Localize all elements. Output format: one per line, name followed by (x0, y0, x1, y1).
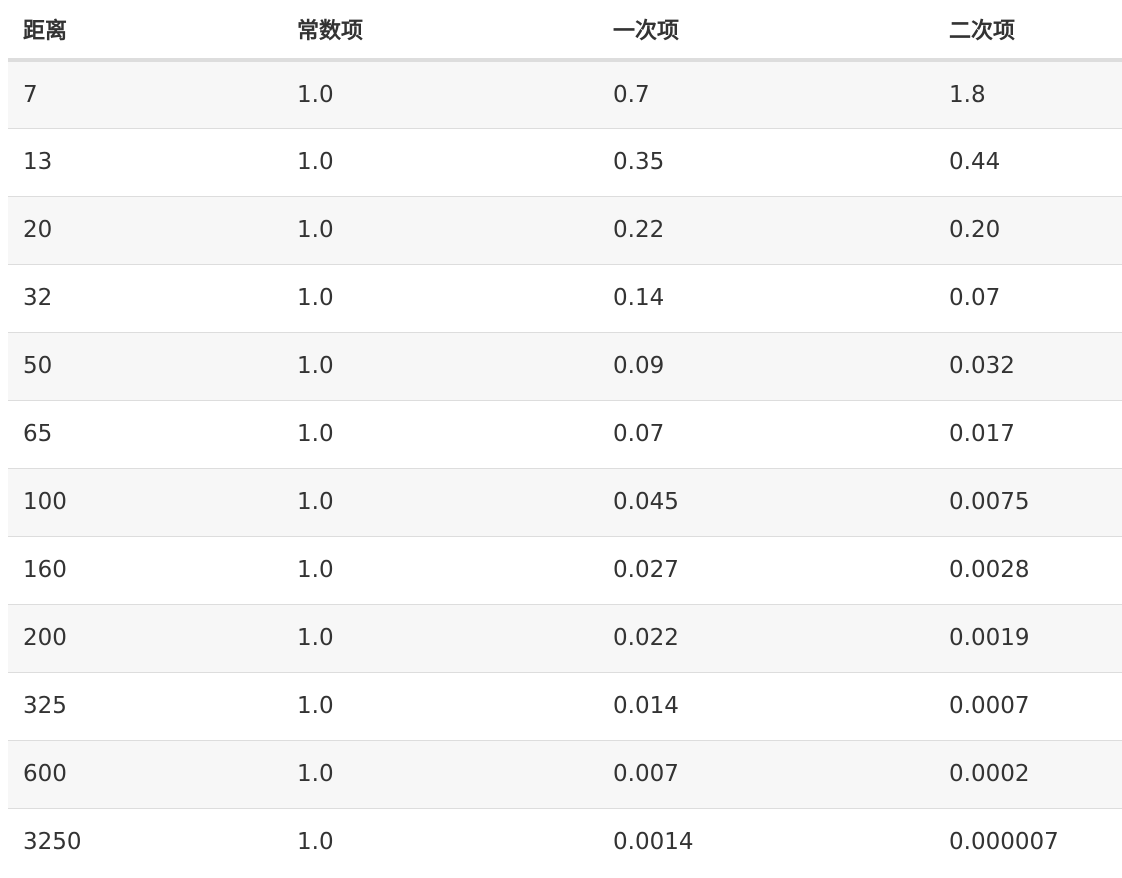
cell-quadratic: 1.8 (934, 60, 1122, 129)
cell-constant: 1.0 (282, 196, 598, 265)
cell-linear: 0.022 (598, 604, 934, 673)
cell-distance: 7 (8, 60, 282, 129)
table-row: 325 1.0 0.014 0.0007 (8, 672, 1122, 741)
cell-linear: 0.07 (598, 400, 934, 469)
cell-distance: 325 (8, 672, 282, 741)
cell-distance: 50 (8, 332, 282, 401)
cell-linear: 0.045 (598, 468, 934, 537)
cell-linear: 0.09 (598, 332, 934, 401)
cell-constant: 1.0 (282, 808, 598, 876)
cell-distance: 20 (8, 196, 282, 265)
cell-quadratic: 0.20 (934, 196, 1122, 265)
cell-constant: 1.0 (282, 60, 598, 129)
attenuation-table: 距离 常数项 一次项 二次项 7 1.0 0.7 1.8 13 1.0 0.35 0.44 20… (8, 0, 1122, 876)
cell-distance: 160 (8, 536, 282, 605)
cell-linear: 0.22 (598, 196, 934, 265)
cell-linear: 0.007 (598, 740, 934, 809)
header-linear: 一次项 (598, 0, 934, 62)
cell-quadratic: 0.44 (934, 128, 1122, 197)
cell-constant: 1.0 (282, 672, 598, 741)
header-constant: 常数项 (282, 0, 598, 62)
cell-linear: 0.027 (598, 536, 934, 605)
cell-constant: 1.0 (282, 468, 598, 537)
cell-quadratic: 0.017 (934, 400, 1122, 469)
table-row: 7 1.0 0.7 1.8 (8, 60, 1122, 129)
cell-constant: 1.0 (282, 128, 598, 197)
cell-constant: 1.0 (282, 264, 598, 333)
table-row: 50 1.0 0.09 0.032 (8, 332, 1122, 401)
table-row: 13 1.0 0.35 0.44 (8, 128, 1122, 197)
cell-quadratic: 0.000007 (934, 808, 1122, 876)
table-header: 距离 常数项 一次项 二次项 (8, 0, 1122, 62)
cell-distance: 200 (8, 604, 282, 673)
cell-quadratic: 0.0075 (934, 468, 1122, 537)
table-row: 200 1.0 0.022 0.0019 (8, 604, 1122, 673)
cell-linear: 0.0014 (598, 808, 934, 876)
cell-linear: 0.014 (598, 672, 934, 741)
table-row: 65 1.0 0.07 0.017 (8, 400, 1122, 469)
cell-distance: 3250 (8, 808, 282, 876)
cell-distance: 13 (8, 128, 282, 197)
cell-linear: 0.7 (598, 60, 934, 129)
cell-constant: 1.0 (282, 332, 598, 401)
cell-distance: 32 (8, 264, 282, 333)
attenuation-table-container: 距离 常数项 一次项 二次项 7 1.0 0.7 1.8 13 1.0 0.35 0.44 20… (8, 0, 1122, 876)
cell-linear: 0.14 (598, 264, 934, 333)
header-distance: 距离 (8, 0, 282, 62)
table-row: 600 1.0 0.007 0.0002 (8, 740, 1122, 809)
cell-distance: 600 (8, 740, 282, 809)
table-row: 20 1.0 0.22 0.20 (8, 196, 1122, 265)
cell-quadratic: 0.032 (934, 332, 1122, 401)
table-row: 3250 1.0 0.0014 0.000007 (8, 808, 1122, 876)
cell-quadratic: 0.0007 (934, 672, 1122, 741)
cell-constant: 1.0 (282, 740, 598, 809)
cell-quadratic: 0.0028 (934, 536, 1122, 605)
cell-constant: 1.0 (282, 400, 598, 469)
table-row: 160 1.0 0.027 0.0028 (8, 536, 1122, 605)
cell-quadratic: 0.0002 (934, 740, 1122, 809)
cell-quadratic: 0.07 (934, 264, 1122, 333)
table-body: 7 1.0 0.7 1.8 13 1.0 0.35 0.44 20 1.0 0.22 0.20 32 1.… (8, 60, 1122, 876)
table-row: 32 1.0 0.14 0.07 (8, 264, 1122, 333)
header-row: 距离 常数项 一次项 二次项 (8, 0, 1122, 62)
cell-linear: 0.35 (598, 128, 934, 197)
table-row: 100 1.0 0.045 0.0075 (8, 468, 1122, 537)
cell-constant: 1.0 (282, 604, 598, 673)
cell-distance: 65 (8, 400, 282, 469)
header-quadratic: 二次项 (934, 0, 1122, 62)
cell-distance: 100 (8, 468, 282, 537)
cell-quadratic: 0.0019 (934, 604, 1122, 673)
cell-constant: 1.0 (282, 536, 598, 605)
